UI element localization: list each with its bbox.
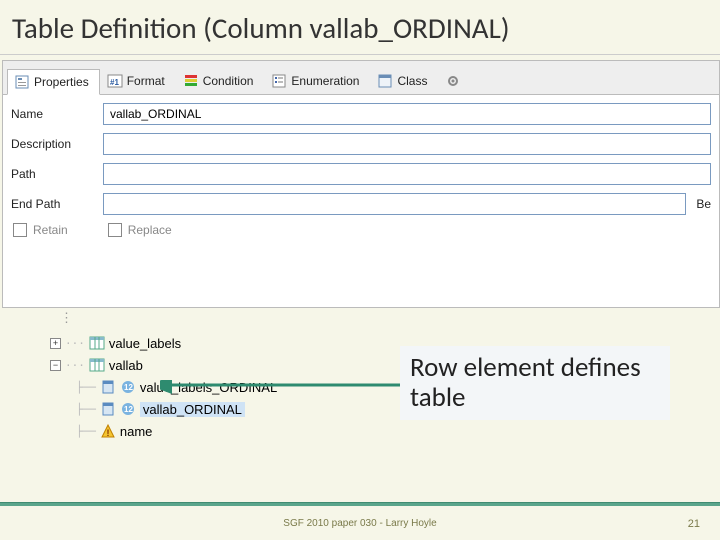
tab-format[interactable]: #1 Format — [100, 68, 176, 94]
tab-label: Properties — [34, 75, 89, 89]
footer-text: SGF 2010 paper 030 - Larry Hoyle — [0, 506, 720, 540]
expand-icon[interactable]: + — [50, 338, 61, 349]
column-icon — [100, 379, 116, 395]
tree-view: ⋮ + ··· value_labels − ··· vallab ├── 12… — [50, 316, 450, 442]
beg-label: Be — [696, 197, 711, 211]
replace-label: Replace — [128, 223, 172, 237]
numeric-icon: 12 — [120, 379, 136, 395]
tab-class[interactable]: Class — [370, 68, 438, 94]
checkbox-icon — [13, 223, 27, 237]
tab-more[interactable] — [438, 68, 472, 94]
tree-line: ├── — [76, 425, 96, 438]
checkbox-icon — [108, 223, 122, 237]
retain-label: Retain — [33, 223, 68, 237]
svg-text:#1: #1 — [110, 78, 119, 87]
tree-line: ··· — [65, 337, 85, 350]
properties-icon — [14, 74, 30, 90]
description-field[interactable] — [103, 133, 711, 155]
warning-icon: ! — [100, 423, 116, 439]
properties-panel: Properties #1 Format Condition Enumerati… — [2, 60, 720, 308]
description-label: Description — [11, 137, 103, 151]
tree-node-label: name — [120, 424, 153, 439]
name-label: Name — [11, 107, 103, 121]
annotation-callout: Row element defines table — [400, 346, 670, 420]
collapse-icon[interactable]: − — [50, 360, 61, 371]
tree-node-value-labels-ordinal[interactable]: ├── 12 value_labels_ORDINAL — [50, 376, 450, 398]
column-icon — [100, 401, 116, 417]
tree-node-label: value_labels — [109, 336, 181, 351]
enumeration-icon — [271, 73, 287, 89]
retain-checkbox[interactable]: Retain — [13, 223, 68, 237]
svg-text:12: 12 — [124, 405, 133, 414]
tab-label: Condition — [203, 74, 254, 88]
path-label: Path — [11, 167, 103, 181]
tree-node-value-labels[interactable]: + ··· value_labels — [50, 332, 450, 354]
tree-node-label: vallab_ORDINAL — [140, 402, 245, 417]
tree-line: ··· — [65, 359, 85, 372]
tab-label: Class — [397, 74, 427, 88]
tab-row: Properties #1 Format Condition Enumerati… — [3, 61, 719, 95]
tab-label: Format — [127, 74, 165, 88]
numeric-icon: 12 — [120, 401, 136, 417]
path-field[interactable] — [103, 163, 711, 185]
format-icon: #1 — [107, 73, 123, 89]
replace-checkbox[interactable]: Replace — [108, 223, 172, 237]
table-icon — [89, 357, 105, 373]
tree-ellipsis: ⋮ — [50, 310, 450, 326]
tab-condition[interactable]: Condition — [176, 68, 265, 94]
svg-text:!: ! — [106, 428, 109, 438]
tree-line: ├── — [76, 403, 96, 416]
tree-node-vallab-ordinal[interactable]: ├── 12 vallab_ORDINAL — [50, 398, 450, 420]
tab-properties[interactable]: Properties — [7, 69, 100, 95]
slide-title: Table Definition (Column vallab_ORDINAL) — [0, 0, 720, 55]
gear-icon — [445, 73, 461, 89]
tree-node-vallab[interactable]: − ··· vallab — [50, 354, 450, 376]
page-number: 21 — [688, 518, 700, 530]
tree-node-label: vallab — [109, 358, 143, 373]
tree-node-name[interactable]: ├── ! name — [50, 420, 450, 442]
condition-icon — [183, 73, 199, 89]
tab-label: Enumeration — [291, 74, 359, 88]
tree-line: ├── — [76, 381, 96, 394]
endpath-label: End Path — [11, 197, 103, 211]
name-field[interactable] — [103, 103, 711, 125]
form-area: Name Description Path End Path Be Retain… — [3, 95, 719, 307]
table-icon — [89, 335, 105, 351]
class-icon — [377, 73, 393, 89]
tree-node-label: value_labels_ORDINAL — [140, 380, 277, 395]
tab-enumeration[interactable]: Enumeration — [264, 68, 370, 94]
endpath-field[interactable] — [103, 193, 686, 215]
svg-text:12: 12 — [124, 383, 133, 392]
